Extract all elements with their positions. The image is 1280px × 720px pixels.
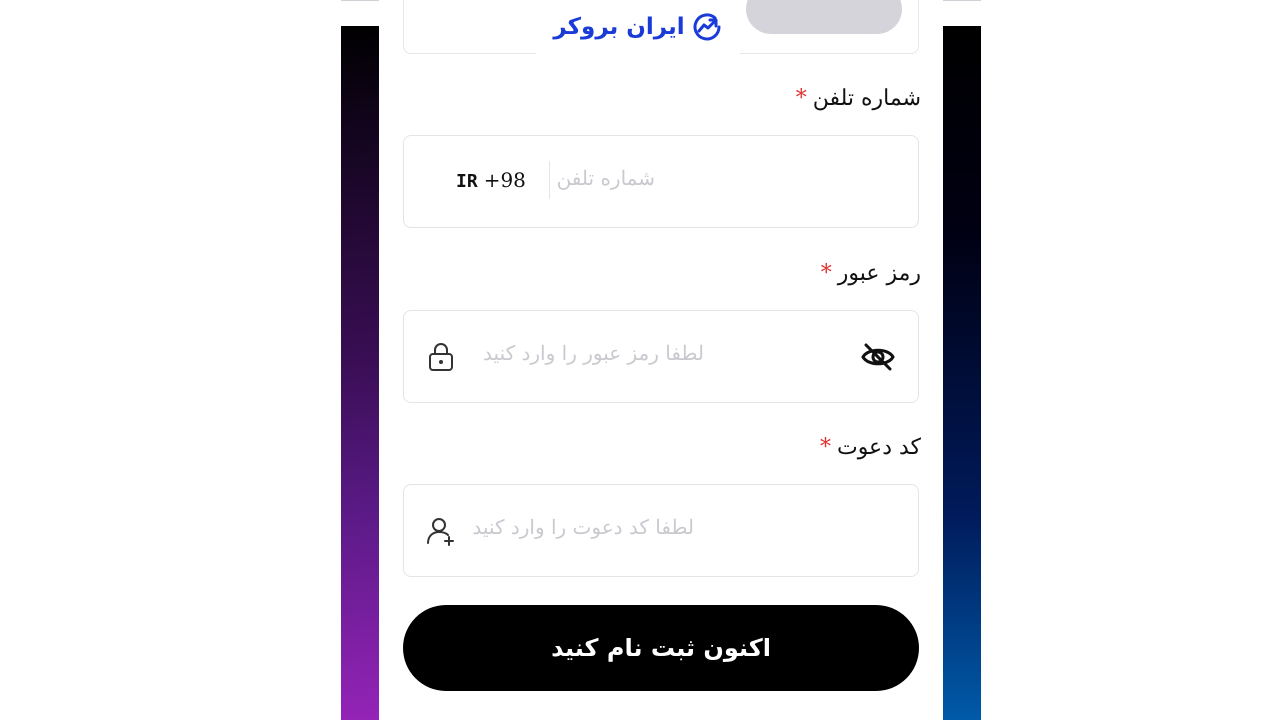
register-button[interactable]: اکنون ثبت نام کنید [403,605,919,691]
eye-off-icon[interactable] [860,341,896,373]
password-field[interactable]: لطفا رمز عبور را وارد کنید [403,310,919,403]
header-pill-button[interactable] [746,0,902,34]
required-mark: * [820,260,832,286]
required-mark: * [819,434,831,460]
country-selector[interactable]: IR +98 [456,168,526,192]
password-placeholder: لطفا رمز عبور را وارد کنید [483,341,704,365]
password-label: رمز عبور * [821,258,921,288]
invite-placeholder: لطفا کد دعوت را وارد کنید [472,515,694,539]
brand-logo: ایران بروکر [536,0,740,54]
phone-label-text: شماره تلفن [812,85,921,111]
trend-chart-icon [693,13,721,41]
register-form: ایران بروکر شماره تلفن * IR +98 شماره تل… [379,0,943,720]
phone-placeholder: شماره تلفن [556,166,655,190]
dial-code: +98 [483,168,526,192]
top-border-right [943,0,981,1]
phone-field[interactable]: IR +98 شماره تلفن [403,135,919,228]
invite-field[interactable]: لطفا کد دعوت را وارد کنید [403,484,919,577]
phone-label: شماره تلفن * [796,83,921,113]
divider [549,161,550,199]
user-plus-icon [427,518,454,546]
top-border-left [341,0,379,1]
lock-icon [429,343,453,371]
password-label-text: رمز عبور [837,260,921,286]
required-mark: * [795,85,807,111]
country-code: IR [456,171,478,192]
invite-label-text: کد دعوت [836,434,921,460]
invite-label: کد دعوت * [820,432,921,462]
brand-name: ایران بروکر [553,14,685,40]
